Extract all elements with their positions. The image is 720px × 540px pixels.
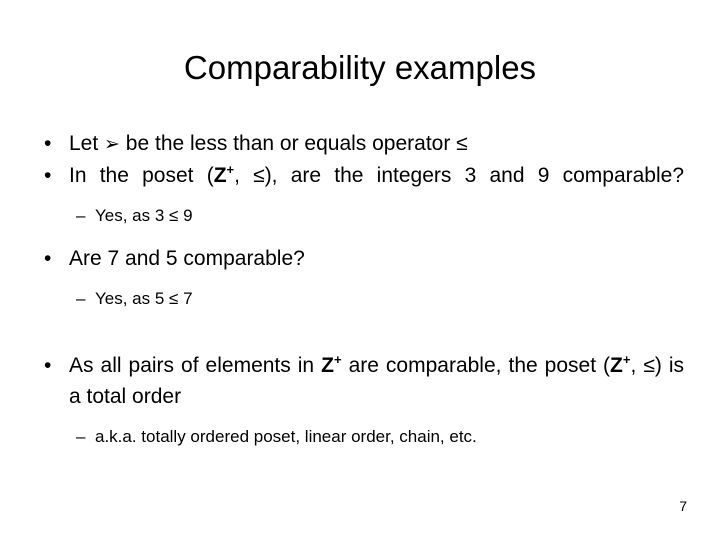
sub-bullet-item-4: – a.k.a. totally ordered poset, linear o… xyxy=(40,424,684,450)
dash-glyph: – xyxy=(76,427,86,446)
bullet-glyph: • xyxy=(44,132,52,155)
set-superscript-plus: + xyxy=(333,352,342,367)
bullet-4-set-2: Z+ xyxy=(610,353,630,377)
sub-bullet-item-3: – Yes, as 5 ≤ 7 xyxy=(40,286,684,312)
bullet-2-set: Z+ xyxy=(213,162,235,187)
sub-bullet-item-2: – Yes, as 3 ≤ 9 xyxy=(40,203,684,229)
bullet-item-2-text: In the poset (Z+, ≤), are the integers 3… xyxy=(69,160,684,191)
wingdings-arrow-icon: ➢ xyxy=(104,133,120,155)
sub-bullet-item-3-text: Yes, as 5 ≤ 7 xyxy=(95,289,193,308)
bullet-item-1: • Let ➢ be the less than or equals opera… xyxy=(40,128,684,160)
bullet-1-suffix: be the less than or equals operator ≤ xyxy=(119,132,468,155)
set-symbol-z: Z xyxy=(321,354,334,377)
sub-bullet-item-2-text: Yes, as 3 ≤ 9 xyxy=(95,206,193,225)
bullet-item-1-text: Let ➢ be the less than or equals operato… xyxy=(69,128,684,160)
bullet-item-3: • Are 7 and 5 comparable? xyxy=(40,243,684,274)
slide-body: • Let ➢ be the less than or equals opera… xyxy=(40,128,684,450)
sub-bullet-item-4-text: a.k.a. totally ordered poset, linear ord… xyxy=(95,427,477,446)
page-number: 7 xyxy=(679,498,687,514)
set-superscript-plus: + xyxy=(226,162,235,177)
dash-glyph: – xyxy=(76,289,86,308)
bullet-4-part2: are comparable, the poset ( xyxy=(341,354,611,377)
bullet-item-4: • As all pairs of elements in Z+ are com… xyxy=(40,350,684,412)
dash-glyph: – xyxy=(76,206,86,225)
bullet-item-2: • In the poset (Z+, ≤), are the integers… xyxy=(40,160,684,191)
slide: Comparability examples • Let ➢ be the le… xyxy=(0,0,720,540)
bullet-1-prefix: Let xyxy=(69,132,105,155)
set-symbol-z: Z xyxy=(610,354,623,377)
bullet-glyph: • xyxy=(44,247,52,270)
bullet-2-part1: In the poset ( xyxy=(69,164,214,187)
bullet-2-part2: , ≤), are the integers 3 and 9 comparabl… xyxy=(234,164,684,187)
bullet-4-part1: As all pairs of elements in xyxy=(69,354,322,377)
bullet-glyph: • xyxy=(44,354,52,377)
bullet-4-set-1: Z+ xyxy=(321,352,342,377)
set-symbol-z: Z xyxy=(213,164,227,187)
bullet-item-4-text: As all pairs of elements in Z+ are compa… xyxy=(69,350,684,412)
bullet-item-3-text: Are 7 and 5 comparable? xyxy=(69,247,305,270)
page-title: Comparability examples xyxy=(183,49,537,86)
bullet-glyph: • xyxy=(44,164,52,187)
